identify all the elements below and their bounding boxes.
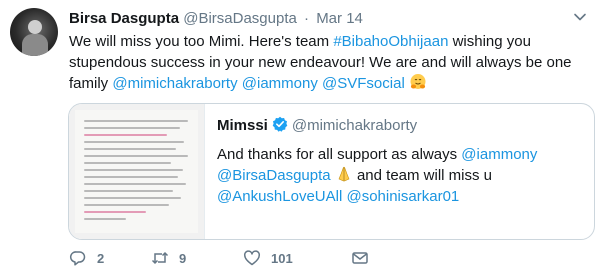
statement-text-lines: [84, 120, 188, 225]
avatar-figure-head: [28, 20, 42, 34]
mention-link[interactable]: @sohinisarkar01: [346, 188, 459, 205]
retweet-icon: [151, 251, 169, 265]
like-button[interactable]: 101: [243, 249, 293, 267]
quoted-text: And thanks for all support as always @ia…: [217, 144, 577, 207]
separator-dot: ·: [304, 10, 310, 27]
tweet-text-part: We will miss you too Mimi. Here's team: [69, 33, 334, 50]
quoted-header: Mimssi @mimichakraborty: [217, 116, 417, 136]
heart-icon: [244, 250, 260, 266]
mention-link[interactable]: @mimichakraborty: [112, 75, 237, 92]
folded-hands-emoji: [338, 166, 350, 182]
author-handle[interactable]: @BirsaDasgupta: [183, 10, 297, 27]
author-name[interactable]: Birsa Dasgupta: [69, 10, 179, 27]
tweet-date[interactable]: Mar 14: [316, 10, 363, 27]
retweet-button[interactable]: 9: [151, 249, 186, 267]
quoted-author-name[interactable]: Mimssi: [217, 117, 268, 134]
quoted-text-part: And thanks for all support as always: [217, 146, 462, 163]
hugging-face-emoji: [410, 74, 426, 89]
mention-link[interactable]: @SVFsocial: [322, 75, 405, 92]
avatar[interactable]: [10, 8, 58, 56]
mention-link[interactable]: @AnkushLoveUAll: [217, 188, 342, 205]
quoted-tweet-card[interactable]: Mimssi @mimichakraborty And thanks for a…: [68, 103, 595, 240]
envelope-icon: [352, 252, 368, 264]
avatar-figure-body: [22, 34, 48, 56]
tweet-actions: 2 9 101: [69, 249, 589, 267]
quoted-text-part: and team will miss u: [352, 167, 493, 184]
statement-page: [75, 110, 198, 233]
statement-image[interactable]: [69, 104, 205, 239]
chevron-down-icon[interactable]: [573, 10, 587, 24]
reply-button[interactable]: 2: [69, 249, 104, 267]
quoted-author-handle[interactable]: @mimichakraborty: [292, 117, 417, 134]
verified-badge-icon: [272, 116, 288, 132]
mention-link[interactable]: @iammony: [242, 75, 318, 92]
like-count: 101: [271, 250, 293, 266]
hashtag-link[interactable]: #BibahoObhijaan: [333, 33, 448, 50]
tweet-header: Birsa Dasgupta @BirsaDasgupta · Mar 14: [69, 9, 363, 29]
reply-count: 2: [97, 250, 105, 266]
direct-message-button[interactable]: [351, 249, 369, 267]
mention-link[interactable]: @iammony: [461, 146, 537, 163]
mention-link[interactable]: @BirsaDasgupta: [217, 167, 331, 184]
retweet-count: 9: [179, 250, 187, 266]
tweet-text: We will miss you too Mimi. Here's team #…: [69, 31, 589, 94]
reply-icon: [69, 251, 86, 266]
